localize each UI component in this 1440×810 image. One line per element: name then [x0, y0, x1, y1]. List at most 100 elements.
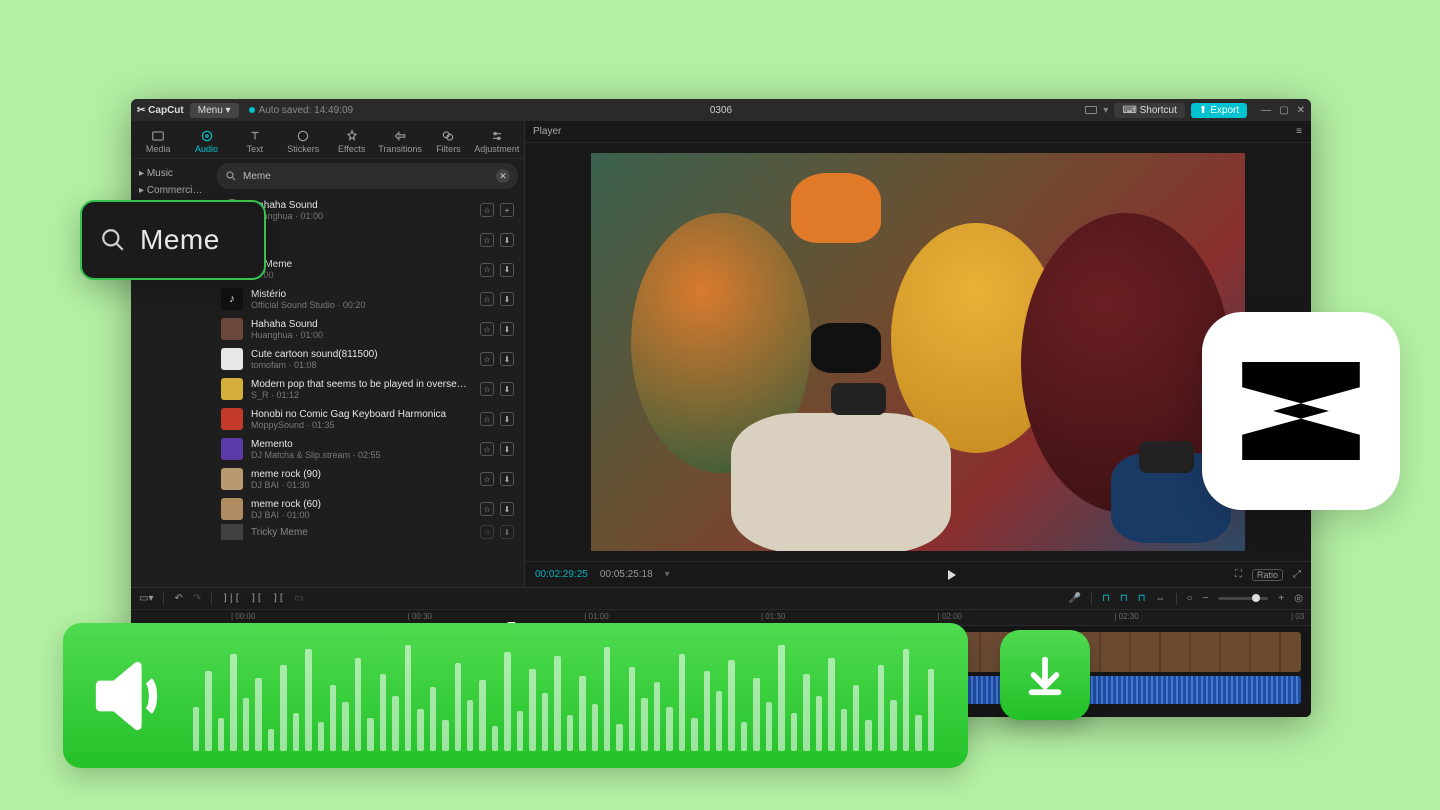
favorite-button[interactable]: ☆	[480, 525, 494, 539]
ruler-tick: | 03	[1291, 612, 1304, 621]
timecode-total: 00:05:25:18	[600, 569, 653, 580]
track-thumb: ♪	[221, 288, 243, 310]
zoom-fit-icon[interactable]: ◎	[1294, 593, 1303, 604]
delete-tool[interactable]: ▭	[294, 593, 303, 604]
download-overlay-chip[interactable]	[1000, 630, 1090, 720]
track-subtitle: Huanghua · 01:00	[251, 330, 472, 340]
ruler-tick: | 01:00	[584, 612, 608, 621]
capcut-logo-card	[1202, 312, 1400, 510]
timecode-current: 00:02:29:25	[535, 569, 588, 580]
layout-icon[interactable]	[1085, 106, 1097, 114]
track-title: Mistério	[251, 289, 472, 300]
download-button[interactable]: ⬇	[500, 382, 514, 396]
audio-search-input[interactable]: Meme ✕	[217, 163, 518, 189]
tab-text[interactable]: Text	[232, 125, 278, 158]
video-preview[interactable]	[591, 153, 1245, 551]
split-tool[interactable]: ]|[	[222, 593, 240, 604]
download-button[interactable]: ⬇	[500, 412, 514, 426]
favorite-button[interactable]: ☆	[480, 442, 494, 456]
track-subtitle: S_R · 01:12	[251, 390, 472, 400]
favorite-button[interactable]: ☆	[480, 203, 494, 217]
audio-track-row[interactable]: Cute cartoon sound(811500) tomofam · 01:…	[217, 344, 518, 374]
zoom-plus[interactable]: +	[1278, 593, 1284, 604]
favorite-button[interactable]: ☆	[480, 322, 494, 336]
menu-button[interactable]: Menu ▾	[190, 103, 239, 118]
favorite-button[interactable]: ☆	[480, 472, 494, 486]
favorite-button[interactable]: ☆	[480, 382, 494, 396]
zoom-minus[interactable]: −	[1203, 593, 1209, 604]
minimize-button[interactable]: —	[1261, 105, 1271, 116]
mic-icon[interactable]: 🎤	[1069, 593, 1081, 604]
track-title: Honobi no Comic Gag Keyboard Harmonica	[251, 409, 472, 420]
audio-track-row[interactable]: Honobi no Comic Gag Keyboard Harmonica M…	[217, 404, 518, 434]
player-controls: 00:02:29:25 00:05:25:18 ▾ ⛶ Ratio ⤢	[525, 561, 1311, 587]
download-button[interactable]: ⬇	[500, 292, 514, 306]
tab-filters[interactable]: Filters	[425, 125, 471, 158]
download-button[interactable]: ⬇	[500, 502, 514, 516]
add-button[interactable]: +	[500, 203, 514, 217]
ruler-tick: | 00:00	[231, 612, 255, 621]
favorite-button[interactable]: ☆	[480, 502, 494, 516]
track-title: Tricky Meme	[251, 527, 472, 538]
snap-preview-icon[interactable]: ⊓	[1120, 593, 1128, 604]
search-overlay-chip: Meme	[80, 200, 266, 280]
favorite-button[interactable]: ☆	[480, 352, 494, 366]
maximize-button[interactable]: ▢	[1279, 105, 1288, 116]
tab-adjustment[interactable]: Adjustment	[474, 125, 520, 158]
player-menu-icon[interactable]: ≡	[1296, 126, 1303, 137]
play-button[interactable]	[948, 570, 956, 580]
shortcut-button[interactable]: ⌨ Shortcut	[1114, 103, 1184, 118]
snap-linked-icon[interactable]: ⊓	[1138, 593, 1146, 604]
audio-track-row[interactable]: Memento DJ Matcha & Slip.stream · 02:55 …	[217, 434, 518, 464]
speaker-icon	[85, 651, 175, 741]
download-button[interactable]: ⬇	[500, 263, 514, 277]
tree-item-commercial[interactable]: ▸ Commercia...	[135, 182, 207, 199]
redo-button[interactable]: ↷	[193, 593, 201, 604]
fullscreen-icon[interactable]: ⤢	[1293, 569, 1301, 580]
zoom-slider[interactable]	[1218, 597, 1268, 600]
track-options-icon[interactable]: ⇔	[1156, 593, 1166, 604]
ruler-tick: | 01:30	[761, 612, 785, 621]
tab-media[interactable]: Media	[135, 125, 181, 158]
download-button[interactable]: ⬇	[500, 352, 514, 366]
audio-track-row[interactable]: Modern pop that seems to be played in ov…	[217, 374, 518, 404]
audio-track-row[interactable]: Hahaha Sound Huanghua · 01:00 ☆⬇	[217, 314, 518, 344]
favorite-button[interactable]: ☆	[480, 292, 494, 306]
select-tool[interactable]: ▭▾	[139, 593, 153, 604]
tab-stickers[interactable]: Stickers	[280, 125, 326, 158]
favorite-button[interactable]: ☆	[480, 263, 494, 277]
track-subtitle: DJ Matcha & Slip.stream · 02:55	[251, 450, 472, 460]
audio-track-row[interactable]: Tricky Meme ☆ ⬇	[217, 524, 518, 540]
track-subtitle: DJ BAI · 01:00	[251, 510, 472, 520]
track-title: Cute cartoon sound(811500)	[251, 349, 472, 360]
track-title: Hahaha Sound	[251, 200, 472, 211]
clear-search-button[interactable]: ✕	[496, 169, 510, 183]
tab-audio[interactable]: Audio	[183, 125, 229, 158]
scale-icon[interactable]: ⛶	[1235, 569, 1242, 580]
tree-item-music[interactable]: ▸ Music	[135, 165, 207, 182]
favorite-button[interactable]: ☆	[480, 233, 494, 247]
close-button[interactable]: ✕	[1297, 105, 1305, 116]
audio-track-row[interactable]: ♪ Mistério Official Sound Studio · 00:20…	[217, 284, 518, 314]
undo-button[interactable]: ↶	[174, 593, 182, 604]
download-button[interactable]: ⬇	[500, 442, 514, 456]
download-button[interactable]: ⬇	[500, 233, 514, 247]
track-subtitle: MoppySound · 01:35	[251, 420, 472, 430]
favorite-button[interactable]: ☆	[480, 412, 494, 426]
download-button[interactable]: ⬇	[500, 322, 514, 336]
download-button[interactable]: ⬇	[500, 525, 514, 539]
track-thumb	[221, 468, 243, 490]
trim-left-tool[interactable]: ][	[250, 593, 262, 604]
project-title: 0306	[710, 105, 732, 116]
zoom-out-icon[interactable]: ○	[1187, 593, 1193, 604]
track-thumb	[221, 348, 243, 370]
tab-transitions[interactable]: Transitions	[377, 125, 423, 158]
audio-track-row[interactable]: meme rock (60) DJ BAI · 01:00 ☆⬇	[217, 494, 518, 524]
export-button[interactable]: ⬆ Export	[1191, 103, 1247, 118]
snap-main-icon[interactable]: ⊓	[1102, 593, 1110, 604]
ratio-button[interactable]: Ratio	[1252, 569, 1283, 581]
audio-track-row[interactable]: meme rock (90) DJ BAI · 01:30 ☆⬇	[217, 464, 518, 494]
download-button[interactable]: ⬇	[500, 472, 514, 486]
tab-effects[interactable]: Effects	[329, 125, 375, 158]
trim-right-tool[interactable]: ][	[272, 593, 284, 604]
